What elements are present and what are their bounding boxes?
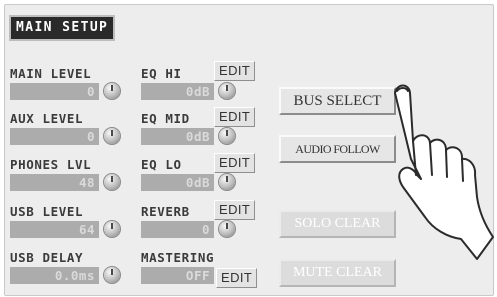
usb-delay-value[interactable]: 0.0ms — [10, 267, 99, 284]
usb-delay-label: USB DELAY — [10, 250, 84, 265]
aux-level-value[interactable]: 0 — [10, 128, 99, 145]
phones-level-knob-icon[interactable] — [104, 174, 120, 190]
usb-delay-knob-icon[interactable] — [104, 267, 120, 283]
phones-level-label: PHONES LVL — [10, 157, 92, 172]
reverb-edit-button[interactable]: EDIT — [214, 200, 256, 220]
eq-hi-edit-button[interactable]: EDIT — [214, 61, 256, 81]
eq-lo-value[interactable]: 0dB — [141, 174, 214, 191]
reverb-knob-icon[interactable] — [219, 221, 235, 237]
main-level-label: MAIN LEVEL — [10, 66, 92, 81]
mastering-edit-button[interactable]: EDIT — [216, 268, 258, 288]
usb-level-value[interactable]: 64 — [10, 221, 99, 238]
eq-mid-knob-icon[interactable] — [219, 128, 235, 144]
mastering-label: MASTERING — [141, 250, 215, 265]
aux-level-label: AUX LEVEL — [10, 111, 84, 126]
usb-level-knob-icon[interactable] — [104, 221, 120, 237]
eq-hi-knob-icon[interactable] — [219, 83, 235, 99]
reverb-label: REVERB — [141, 204, 190, 219]
main-level-knob-icon[interactable] — [104, 83, 120, 99]
reverb-value[interactable]: 0 — [141, 221, 214, 238]
pointing-hand-icon — [394, 84, 494, 260]
eq-lo-knob-icon[interactable] — [219, 174, 235, 190]
aux-level-knob-icon[interactable] — [104, 128, 120, 144]
phones-level-value[interactable]: 48 — [10, 174, 99, 191]
eq-lo-edit-button[interactable]: EDIT — [214, 153, 256, 173]
eq-lo-label: EQ LO — [141, 157, 182, 172]
usb-level-label: USB LEVEL — [10, 204, 84, 219]
mastering-value[interactable]: OFF — [141, 267, 214, 284]
eq-mid-value[interactable]: 0dB — [141, 128, 214, 145]
eq-mid-edit-button[interactable]: EDIT — [214, 107, 256, 127]
eq-hi-label: EQ HI — [141, 66, 182, 81]
page-title: MAIN SETUP — [9, 15, 116, 41]
main-level-value[interactable]: 0 — [10, 83, 99, 100]
eq-hi-value[interactable]: 0dB — [141, 83, 214, 100]
eq-mid-label: EQ MID — [141, 111, 190, 126]
